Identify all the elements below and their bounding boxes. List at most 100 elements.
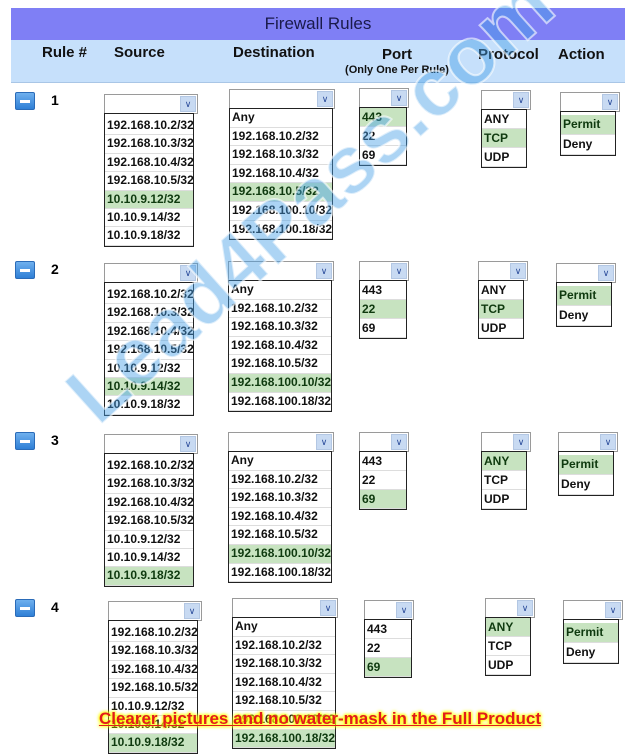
source-option[interactable]: 10.10.9.14/32 (105, 549, 193, 568)
source-select[interactable]: ∨ (104, 263, 198, 283)
port-option[interactable]: 69 (360, 146, 406, 165)
port-option[interactable]: 443 (360, 108, 406, 127)
chevron-down-icon[interactable]: ∨ (180, 265, 196, 281)
source-option[interactable]: 10.10.9.18/32 (109, 734, 197, 753)
chevron-down-icon[interactable]: ∨ (391, 90, 407, 106)
destination-select[interactable]: ∨ (232, 598, 338, 618)
port-option[interactable]: 69 (365, 658, 411, 677)
source-option[interactable]: 10.10.9.18/32 (105, 396, 193, 415)
port-option[interactable]: 443 (360, 452, 406, 471)
destination-option[interactable]: 192.168.100.10/32 (229, 373, 331, 393)
protocol-select[interactable]: ∨ (481, 432, 531, 452)
destination-option[interactable]: 192.168.100.18/32 (233, 729, 335, 749)
destination-option[interactable]: Any (233, 618, 335, 637)
protocol-option[interactable]: UDP (486, 656, 530, 675)
source-option[interactable]: 192.168.10.3/32 (109, 642, 198, 661)
port-select[interactable]: ∨ (359, 432, 409, 452)
source-option[interactable]: 192.168.10.3/32 (105, 135, 194, 154)
action-option[interactable]: Deny (564, 643, 618, 663)
collapse-rule-icon[interactable] (15, 432, 35, 450)
action-option[interactable]: Permit (557, 286, 611, 306)
source-select[interactable]: ∨ (104, 94, 198, 114)
protocol-select[interactable]: ∨ (485, 598, 535, 618)
destination-select[interactable]: ∨ (229, 89, 335, 109)
source-option[interactable]: 10.10.9.14/32 (105, 209, 193, 228)
port-option[interactable]: 22 (360, 300, 406, 319)
protocol-select[interactable]: ∨ (481, 90, 531, 110)
destination-option[interactable]: 192.168.10.3/32 (230, 146, 332, 165)
source-option[interactable]: 192.168.10.3/32 (105, 475, 194, 494)
chevron-down-icon[interactable]: ∨ (510, 263, 526, 279)
source-select[interactable]: ∨ (104, 434, 198, 454)
chevron-down-icon[interactable]: ∨ (320, 600, 336, 616)
action-option[interactable]: Permit (564, 623, 618, 643)
collapse-rule-icon[interactable] (15, 261, 35, 279)
destination-option[interactable]: 192.168.100.18/32 (230, 221, 332, 240)
source-select[interactable]: ∨ (108, 601, 202, 621)
source-option[interactable]: 10.10.9.12/32 (105, 360, 193, 378)
port-option[interactable]: 443 (365, 620, 411, 639)
source-option[interactable]: 192.168.10.2/32 (105, 117, 194, 136)
chevron-down-icon[interactable]: ∨ (605, 602, 621, 618)
chevron-down-icon[interactable]: ∨ (598, 265, 614, 281)
destination-option[interactable]: 192.168.10.4/32 (233, 674, 335, 693)
protocol-select[interactable]: ∨ (478, 261, 528, 281)
action-option[interactable]: Deny (561, 135, 615, 155)
chevron-down-icon[interactable]: ∨ (391, 263, 407, 279)
protocol-option[interactable]: UDP (482, 490, 526, 509)
collapse-rule-icon[interactable] (15, 599, 35, 617)
protocol-option[interactable]: ANY (482, 452, 526, 471)
destination-option[interactable]: 192.168.10.3/32 (233, 655, 335, 674)
source-option[interactable]: 192.168.10.5/32 (105, 341, 194, 360)
source-option[interactable]: 192.168.10.2/32 (105, 286, 194, 305)
chevron-down-icon[interactable]: ∨ (513, 92, 529, 108)
port-select[interactable]: ∨ (359, 88, 409, 108)
protocol-option[interactable]: ANY (482, 110, 526, 129)
chevron-down-icon[interactable]: ∨ (316, 434, 332, 450)
protocol-option[interactable]: ANY (486, 618, 530, 637)
destination-select[interactable]: ∨ (228, 261, 334, 281)
source-option[interactable]: 192.168.10.4/32 (105, 154, 194, 173)
destination-option[interactable]: 192.168.10.3/32 (229, 318, 331, 337)
source-option[interactable]: 192.168.10.5/32 (105, 512, 194, 531)
chevron-down-icon[interactable]: ∨ (600, 434, 616, 450)
port-option[interactable]: 22 (360, 127, 406, 146)
destination-option[interactable]: Any (229, 452, 331, 471)
destination-option[interactable]: 192.168.10.5/32 (229, 526, 331, 545)
destination-option[interactable]: 192.168.10.2/32 (229, 471, 331, 490)
action-select[interactable]: ∨ (563, 600, 623, 620)
destination-option[interactable]: 192.168.100.18/32 (229, 564, 331, 583)
chevron-down-icon[interactable]: ∨ (391, 434, 407, 450)
chevron-down-icon[interactable]: ∨ (180, 436, 196, 452)
port-select[interactable]: ∨ (364, 600, 414, 620)
chevron-down-icon[interactable]: ∨ (317, 91, 333, 107)
source-option[interactable]: 10.10.9.18/32 (105, 227, 193, 246)
chevron-down-icon[interactable]: ∨ (396, 602, 412, 618)
destination-option[interactable]: 192.168.100.10/32 (229, 544, 331, 564)
chevron-down-icon[interactable]: ∨ (517, 600, 533, 616)
protocol-option[interactable]: UDP (482, 148, 526, 167)
protocol-option[interactable]: TCP (482, 129, 526, 148)
source-option[interactable]: 10.10.9.12/32 (105, 531, 193, 549)
destination-option[interactable]: 192.168.10.4/32 (229, 337, 331, 356)
protocol-option[interactable]: TCP (486, 637, 530, 656)
destination-option[interactable]: 192.168.10.5/32 (229, 355, 331, 374)
chevron-down-icon[interactable]: ∨ (602, 94, 618, 110)
protocol-option[interactable]: ANY (479, 281, 523, 300)
source-option[interactable]: 192.168.10.4/32 (105, 323, 194, 342)
source-option[interactable]: 10.10.9.12/32 (105, 190, 193, 209)
action-option[interactable]: Deny (557, 306, 611, 326)
port-option[interactable]: 69 (360, 319, 406, 338)
destination-option[interactable]: 192.168.100.18/32 (229, 393, 331, 412)
protocol-option[interactable]: UDP (479, 319, 523, 338)
chevron-down-icon[interactable]: ∨ (513, 434, 529, 450)
source-option[interactable]: 192.168.10.2/32 (105, 457, 194, 476)
source-option[interactable]: 10.10.9.18/32 (105, 567, 193, 586)
source-option[interactable]: 10.10.9.14/32 (105, 377, 193, 397)
action-option[interactable]: Deny (559, 475, 613, 495)
source-option[interactable]: 192.168.10.5/32 (109, 679, 198, 698)
source-option[interactable]: 192.168.10.3/32 (105, 304, 194, 323)
port-option[interactable]: 443 (360, 281, 406, 300)
action-option[interactable]: Permit (561, 115, 615, 135)
action-select[interactable]: ∨ (560, 92, 620, 112)
